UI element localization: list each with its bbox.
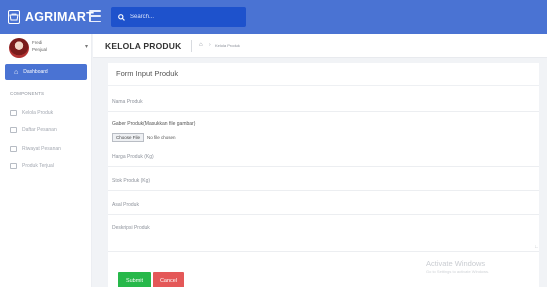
watermark-title: Activate Windows: [426, 259, 486, 268]
divider: [108, 85, 539, 86]
search-bar[interactable]: [111, 7, 246, 27]
search-icon: [118, 13, 125, 21]
chevron-right-icon: ›: [209, 42, 211, 48]
sidebar-item-riwayat-pesanan[interactable]: Riwayat Pesanan: [10, 143, 88, 155]
sidebar-item-label: Kelola Produk: [22, 110, 54, 116]
harga-produk-label: Harga Produk (Kg): [112, 154, 154, 160]
sidebar-item-label: Daftar Pesanan: [22, 127, 57, 133]
top-bar: AGRIMART: [0, 0, 547, 34]
choose-file-button[interactable]: Choose File: [112, 133, 144, 142]
home-icon[interactable]: ⌂: [199, 42, 203, 48]
breadcrumb[interactable]: Kelola Produk: [215, 43, 240, 48]
stok-produk-input[interactable]: [108, 190, 539, 191]
user-name: Fredi: [32, 40, 43, 45]
form-card: Form Input Produk Nama Produk Gaber Prod…: [108, 63, 539, 287]
chevron-down-icon[interactable]: ▾: [85, 43, 88, 50]
sidebar-item-label: Dashboard: [23, 69, 48, 75]
home-icon: ⌂: [14, 68, 19, 76]
page-title: KELOLA PRODUK: [105, 41, 182, 51]
content-header: KELOLA PRODUK ⌂ › Kelola Produk: [93, 34, 547, 58]
store-logo-icon: [8, 10, 20, 24]
gambar-produk-label: Gaber Produk(Masukkan file gambar): [112, 121, 196, 127]
user-role: Penjual: [32, 47, 48, 52]
stok-produk-label: Stok Produk (Kg): [112, 178, 151, 184]
brand[interactable]: AGRIMART: [0, 0, 94, 34]
sidebar-item-label: Produk Terjual: [22, 163, 54, 169]
user-panel[interactable]: Fredi Penjual ▾: [9, 38, 89, 62]
search-input[interactable]: [130, 14, 240, 20]
sidebar-item-dashboard[interactable]: ⌂ Dashboard: [5, 64, 87, 80]
watermark-subtitle: Go to Settings to activate Windows.: [426, 269, 490, 274]
harga-produk-input[interactable]: [108, 166, 539, 167]
deskripsi-produk-textarea[interactable]: [108, 251, 539, 252]
sidebar: Fredi Penjual ▾ ⌂ Dashboard COMPONENTS K…: [0, 34, 92, 287]
menu-toggle-icon[interactable]: [89, 10, 101, 22]
cancel-button[interactable]: Cancel: [153, 272, 184, 287]
box-icon: [10, 110, 17, 116]
sidebar-item-label: Riwayat Pesanan: [22, 146, 61, 152]
asal-produk-input[interactable]: [108, 214, 539, 215]
asal-produk-label: Asal Produk: [112, 202, 139, 208]
history-icon: [10, 146, 17, 152]
form-title: Form Input Produk: [116, 69, 179, 78]
submit-button[interactable]: Submit: [118, 272, 151, 287]
divider: [191, 40, 192, 52]
sold-icon: [10, 163, 17, 169]
nama-produk-input[interactable]: [108, 111, 539, 112]
avatar: [9, 38, 29, 58]
list-icon: [10, 127, 17, 133]
activate-windows-watermark: Activate Windows Go to Settings to activ…: [426, 259, 489, 274]
resize-handle-icon[interactable]: ∟: [534, 244, 539, 250]
brand-name: AGRIMART: [25, 10, 94, 24]
sidebar-item-kelola-produk[interactable]: Kelola Produk: [10, 107, 88, 119]
deskripsi-produk-label: Deskripsi Produk: [112, 225, 150, 231]
sidebar-item-daftar-pesanan[interactable]: Daftar Pesanan: [10, 124, 88, 136]
sidebar-section-label: COMPONENTS: [10, 91, 45, 96]
sidebar-item-produk-terjual[interactable]: Produk Terjual: [10, 160, 88, 172]
nama-produk-label: Nama Produk: [112, 99, 143, 105]
file-status: No file chosen: [147, 135, 176, 140]
